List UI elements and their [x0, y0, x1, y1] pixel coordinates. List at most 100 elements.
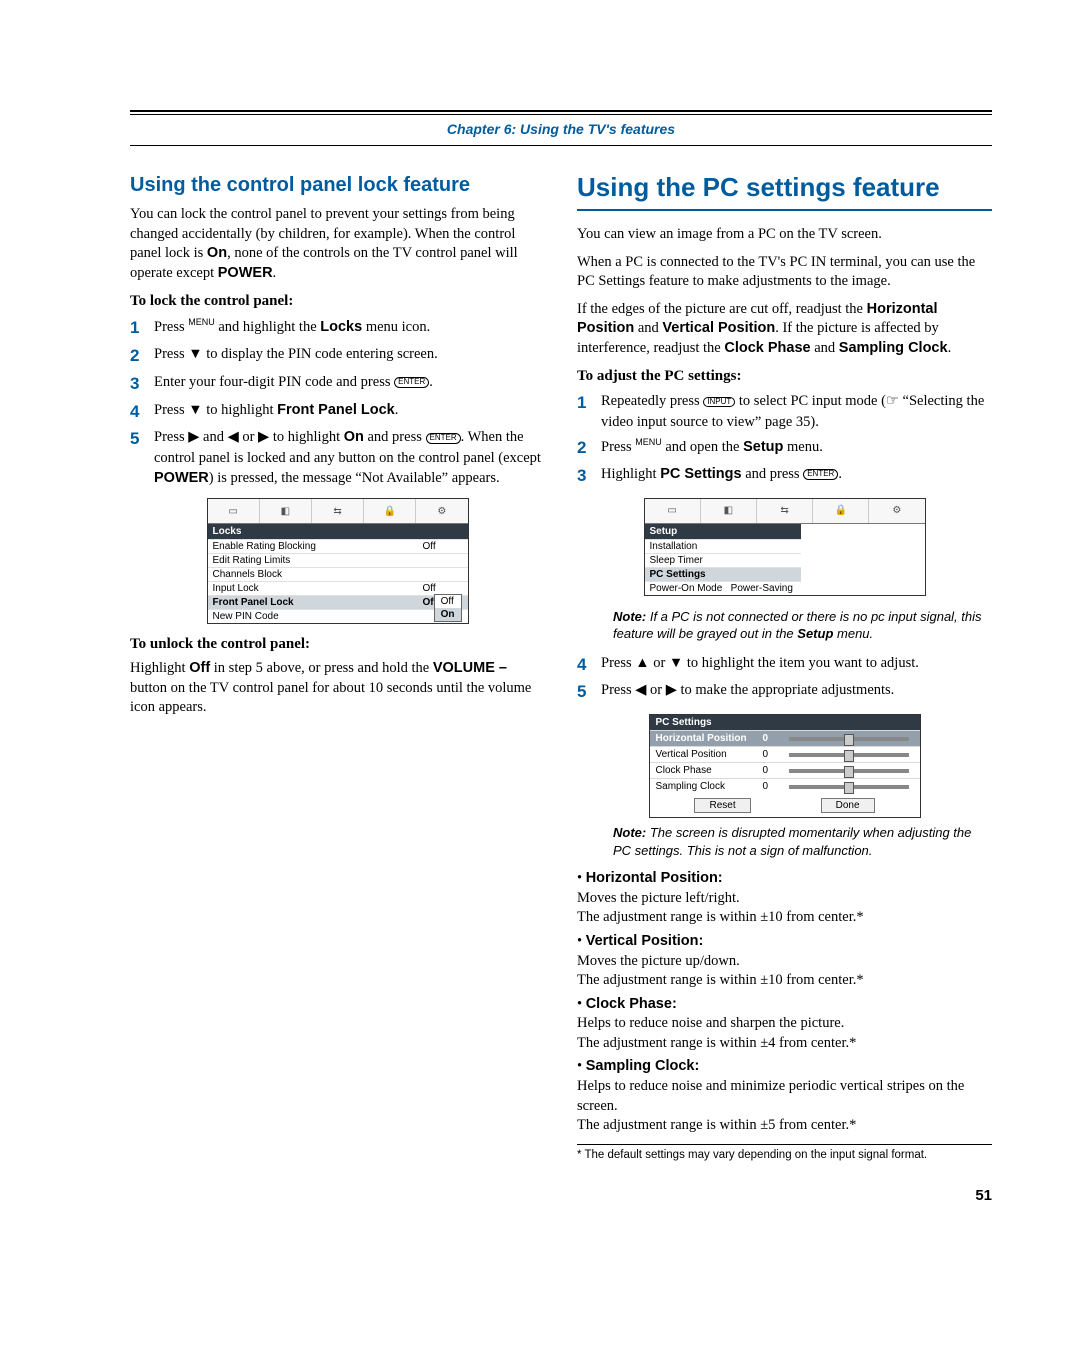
footnote-rule — [577, 1144, 992, 1145]
enter-icon: ENTER — [394, 377, 429, 388]
step-num: 3 — [577, 464, 601, 488]
menu-icon: MENU — [635, 437, 662, 447]
row-label: Input Lock — [208, 582, 418, 596]
lock-steps: 1 Press MENU and highlight the Locks men… — [130, 316, 545, 488]
bold-vpos: Vertical Position — [662, 320, 775, 336]
rule-top-thin — [130, 114, 992, 115]
setup-menu-mock: ▭ ◧ ⇆ 🔒 ⚙ Setup Installation Sleep Timer… — [644, 498, 926, 596]
setup-header: Setup — [645, 524, 802, 539]
row-label: Installation — [645, 539, 802, 553]
popup-on: On — [435, 608, 461, 621]
note-1: Note: If a PC is not connected or there … — [613, 608, 992, 643]
row-label: New PIN Code — [208, 610, 418, 624]
rule-top-heavy — [130, 110, 992, 112]
footnote: * The default settings may vary dependin… — [577, 1149, 992, 1161]
adjust-steps-2: 4 Press ▲ or ▼ to highlight the item you… — [577, 653, 992, 705]
row-label: Power-On Mode Power-Saving — [645, 581, 802, 595]
subhead-unlock: To unlock the control panel: — [130, 636, 545, 653]
row-label-selected: Front Panel Lock — [208, 596, 418, 610]
tab-icon: ⇆ — [312, 499, 364, 523]
step-num: 4 — [130, 400, 154, 424]
locks-header: Locks — [208, 524, 468, 539]
bold-on2: On — [344, 429, 364, 445]
tab-lock-icon: 🔒 — [364, 499, 416, 523]
slider — [789, 753, 909, 757]
pcsettings-mock: PC Settings Horizontal Position0 Vertica… — [649, 714, 921, 818]
row-val: 0 — [757, 731, 783, 747]
note-label: Note: — [613, 825, 646, 840]
bold-locks: Locks — [320, 319, 362, 335]
subhead-adjust: To adjust the PC settings: — [577, 368, 992, 385]
row-val: Off — [418, 540, 468, 554]
page-number: 51 — [130, 1187, 992, 1204]
step-5: Press ▶ and ◀ or ▶ to highlight On and p… — [154, 427, 545, 488]
bold-on: On — [207, 245, 227, 261]
done-button: Done — [821, 798, 875, 813]
slider — [789, 737, 909, 741]
slider — [789, 785, 909, 789]
row-label: Clock Phase — [650, 763, 757, 779]
row-label-selected: PC Settings — [645, 567, 802, 581]
bullet-item: • Vertical Position: Moves the picture u… — [577, 932, 992, 991]
step-1: Press MENU and highlight the Locks menu … — [154, 316, 545, 340]
subhead-lock: To lock the control panel: — [130, 293, 545, 310]
bullet-item: • Horizontal Position: Moves the picture… — [577, 869, 992, 928]
right-heading: Using the PC settings feature — [577, 172, 992, 211]
locks-menu-mock: ▭ ◧ ⇆ 🔒 ⚙ Locks Enable Rating BlockingOf… — [207, 498, 469, 624]
tab-lock-icon: 🔒 — [813, 499, 869, 523]
pcsettings-buttons: Reset Done — [650, 794, 920, 817]
bullet-line: Helps to reduce noise and minimize perio… — [577, 1078, 964, 1114]
row-label: Channels Block — [208, 568, 418, 582]
setup-table: Installation Sleep Timer PC Settings Pow… — [645, 539, 802, 595]
row-label: Sampling Clock — [650, 779, 757, 795]
bullet-line: The adjustment range is within ±10 from … — [577, 909, 864, 925]
step-num: 2 — [130, 344, 154, 368]
r-step-3: Highlight PC Settings and press ENTER. — [601, 464, 992, 488]
row-label-selected: Horizontal Position — [650, 731, 757, 747]
bold-sampclock: Sampling Clock — [839, 340, 948, 356]
slider — [789, 769, 909, 773]
r-step-5: Press ◀ or ▶ to make the appropriate adj… — [601, 680, 992, 704]
bullet-name: Clock Phase: — [586, 996, 677, 1012]
note-setup-bold: Setup — [797, 626, 833, 641]
step-2: Press ▼ to display the PIN code entering… — [154, 344, 545, 368]
bullet-name: Vertical Position: — [586, 933, 704, 949]
bullet-line: The adjustment range is within ±5 from c… — [577, 1117, 856, 1133]
bullet-line: Helps to reduce noise and sharpen the pi… — [577, 1015, 844, 1031]
row-val: 0 — [757, 763, 783, 779]
bold-power2: POWER — [154, 470, 209, 486]
bullet-item: • Sampling Clock: Helps to reduce noise … — [577, 1057, 992, 1135]
bullet-line: Moves the picture left/right. — [577, 890, 740, 906]
reset-button: Reset — [694, 798, 750, 813]
row-label: Edit Rating Limits — [208, 554, 418, 568]
chapter-title: Chapter 6: Using the TV's features — [130, 121, 992, 137]
row-label: Vertical Position — [650, 747, 757, 763]
adjust-steps: 1 Repeatedly press INPUT to select PC in… — [577, 391, 992, 487]
row-label: Enable Rating Blocking — [208, 540, 418, 554]
bullet-line: Moves the picture up/down. — [577, 953, 740, 969]
row-val: 0 — [757, 747, 783, 763]
bullet-name: Sampling Clock: — [586, 1058, 700, 1074]
step-num: 2 — [577, 436, 601, 460]
page: Chapter 6: Using the TV's features Using… — [0, 0, 1080, 1264]
right-column: Using the PC settings feature You can vi… — [577, 162, 992, 1161]
bold-off: Off — [189, 660, 210, 676]
row-val: 0 — [757, 779, 783, 795]
step-num: 1 — [130, 316, 154, 340]
tab-icon: ⇆ — [757, 499, 813, 523]
right-p2: When a PC is connected to the TV's PC IN… — [577, 253, 992, 292]
left-intro: You can lock the control panel to preven… — [130, 205, 545, 283]
right-p3: If the edges of the picture are cut off,… — [577, 300, 992, 359]
right-p1: You can view an image from a PC on the T… — [577, 225, 992, 245]
bold-clockphase: Clock Phase — [724, 340, 810, 356]
popup-off: Off — [435, 595, 461, 608]
bullet-line: The adjustment range is within ±4 from c… — [577, 1035, 856, 1051]
bullet-name: Horizontal Position: — [586, 870, 723, 886]
tab-gear-icon: ⚙ — [416, 499, 467, 523]
locks-table: Enable Rating BlockingOff Edit Rating Li… — [208, 539, 468, 623]
pcsettings-header: PC Settings — [650, 715, 920, 730]
bold-fpl: Front Panel Lock — [277, 402, 395, 418]
rule-under-chapter — [130, 145, 992, 146]
unlock-paragraph: Highlight Off in step 5 above, or press … — [130, 659, 545, 718]
bullet-line: The adjustment range is within ±10 from … — [577, 972, 864, 988]
